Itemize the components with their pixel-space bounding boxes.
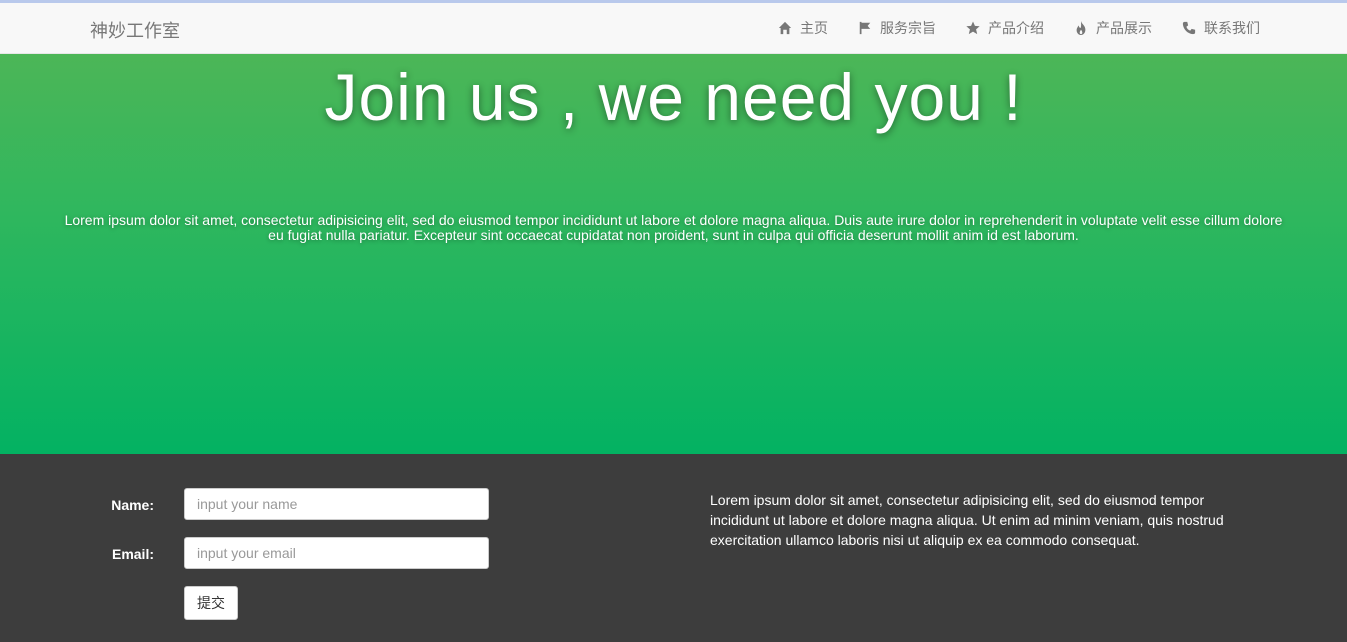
flag-icon — [859, 21, 871, 35]
brand-logo-text[interactable]: 神妙工作室 — [90, 17, 180, 43]
nav-item-label: 联系我们 — [1204, 20, 1260, 36]
footer-text: Lorem ipsum dolor sit amet, consectetur … — [710, 492, 1224, 548]
contact-section: Name: Email: 提交 Lorem ipsum dolor sit am… — [0, 454, 1347, 642]
home-icon — [778, 21, 792, 35]
nav-item-label: 产品展示 — [1096, 20, 1152, 36]
nav-item-label: 产品介绍 — [988, 20, 1044, 36]
email-input[interactable] — [184, 537, 489, 569]
name-label: Name: — [111, 497, 154, 513]
star-icon — [966, 21, 980, 35]
nav-item-contact[interactable]: 联系我们 — [1182, 3, 1260, 53]
nav-item-products-intro[interactable]: 产品介绍 — [966, 3, 1044, 53]
nav-item-label: 主页 — [800, 20, 828, 36]
hero-text: Lorem ipsum dolor sit amet, consectetur … — [64, 212, 1283, 243]
hero-banner: Join us , we need you ! Lorem ipsum dolo… — [0, 54, 1347, 454]
submit-button[interactable]: 提交 — [184, 586, 238, 620]
navbar: 神妙工作室 主页 服务宗旨 产品介绍 产品展示 联系我们 — [0, 3, 1347, 54]
nav-item-products-show[interactable]: 产品展示 — [1074, 3, 1152, 53]
name-input[interactable] — [184, 488, 489, 520]
nav-item-home[interactable]: 主页 — [778, 3, 828, 53]
nav-menu: 主页 服务宗旨 产品介绍 产品展示 联系我们 — [748, 3, 1260, 53]
hero-title: Join us , we need you ! — [324, 60, 1023, 134]
fire-icon — [1076, 21, 1086, 35]
nav-item-label: 服务宗旨 — [880, 20, 936, 36]
email-label: Email: — [111, 546, 154, 562]
nav-item-mission[interactable]: 服务宗旨 — [858, 3, 936, 53]
phone-icon — [1182, 21, 1196, 35]
